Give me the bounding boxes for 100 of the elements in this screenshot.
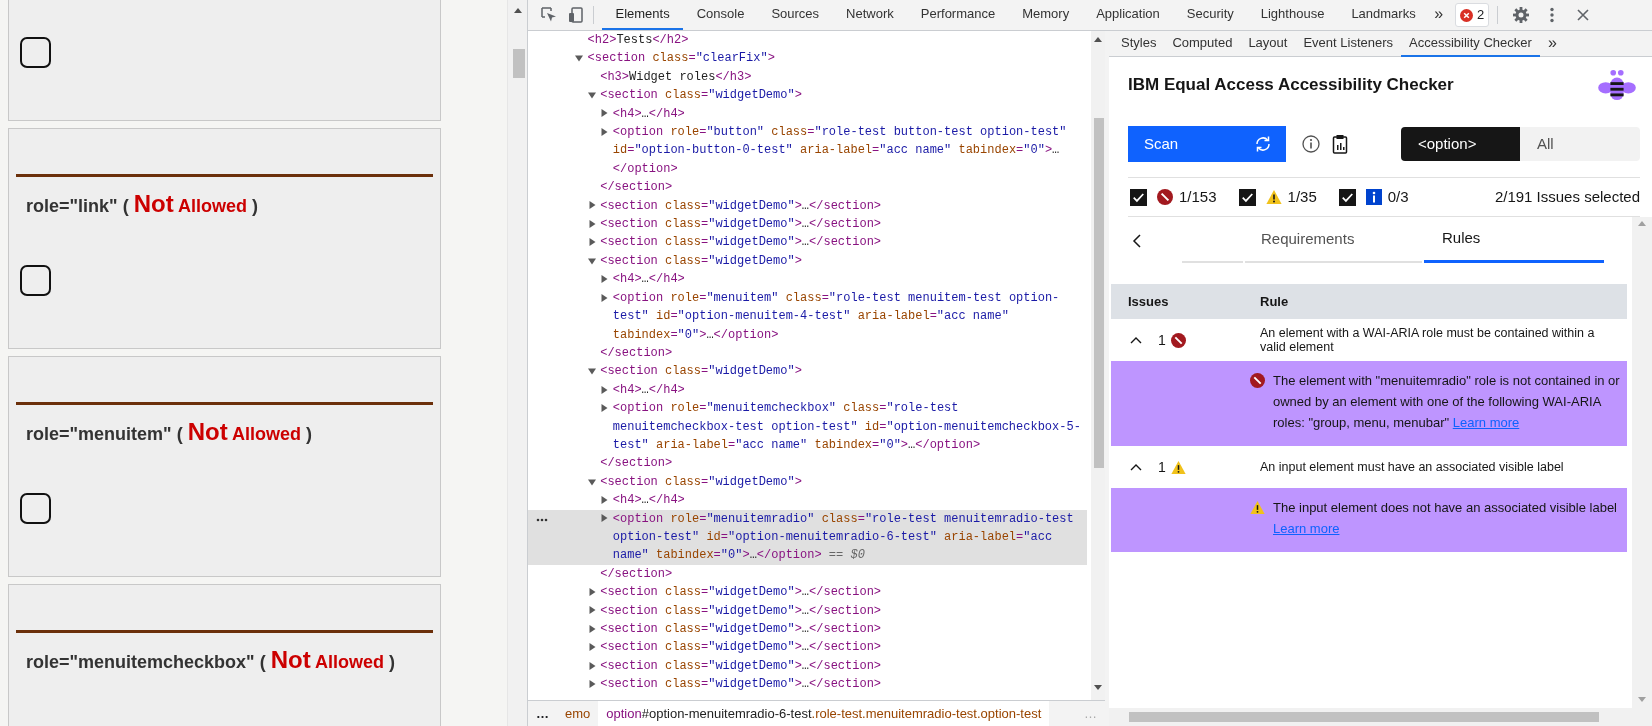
view-tab[interactable]: Requirements — [1245, 217, 1422, 263]
expand-toggle-icon[interactable] — [600, 109, 609, 118]
expand-toggle-icon[interactable] — [587, 238, 596, 247]
sidebar-tab[interactable]: Event Listeners — [1295, 30, 1402, 57]
tree-row[interactable]: <section class="widgetDemo">…</section> — [528, 675, 1087, 694]
more-tabs-button[interactable]: » — [1429, 0, 1456, 30]
expand-toggle-icon[interactable] — [587, 219, 596, 228]
tree-row[interactable]: <h4>…</h4> — [528, 270, 1087, 289]
devtools-tab[interactable]: Console — [683, 0, 758, 30]
tree-row[interactable]: <option role="button" class="role-test button-test option-test" id="option-button-0-test" aria-label="acc name" tabindex="0">…</option> — [528, 123, 1087, 179]
dom-node-text: <section class="widgetDemo">…</section> — [600, 234, 883, 252]
devtools-tab[interactable]: Landmarks — [1337, 0, 1430, 30]
settings-icon[interactable] — [1512, 6, 1531, 24]
expand-toggle-icon[interactable] — [587, 643, 596, 652]
tree-row[interactable]: <option role="menuitem" class="role-test menuitem-test option-test" id="option-menuitem-4-test" aria-label="acc name" tabindex="0">…</option> — [528, 288, 1087, 344]
sidebar-tab[interactable]: Styles — [1109, 30, 1165, 57]
sidebar-tab[interactable]: Accessibility Checker — [1401, 30, 1540, 57]
expand-toggle-icon[interactable] — [600, 403, 609, 412]
checkbox[interactable] — [1338, 188, 1356, 206]
devtools-tab[interactable]: Security — [1173, 0, 1248, 30]
expand-toggle-icon[interactable] — [587, 588, 596, 596]
tree-row[interactable]: <section class="widgetDemo"> — [528, 472, 1087, 492]
breadcrumb[interactable]: emo — [557, 701, 599, 726]
issue-message: The input element does not have an associated visible label Learn more — [1273, 499, 1618, 538]
scope-toggle[interactable]: All — [1520, 127, 1640, 161]
more-tabs-button[interactable]: » — [1539, 30, 1565, 57]
error-icon — [1460, 8, 1474, 22]
tree-row[interactable]: <h4>…</h4> — [528, 380, 1087, 400]
tree-row[interactable]: <section class="widgetDemo">…</section> — [528, 638, 1087, 657]
device-toolbar-icon[interactable] — [567, 6, 585, 24]
scroll-up-icon[interactable] — [1094, 37, 1102, 42]
expand-toggle-icon[interactable] — [600, 127, 609, 136]
scrollbar-thumb[interactable] — [513, 49, 525, 78]
checkbox[interactable] — [20, 37, 51, 68]
tree-row[interactable]: <section class="widgetDemo"> — [528, 362, 1087, 381]
checkbox[interactable] — [20, 265, 51, 296]
expand-toggle-icon[interactable] — [587, 624, 596, 633]
devtools-tab[interactable]: Elements — [602, 0, 684, 30]
info-icon[interactable] — [1302, 135, 1320, 153]
expand-toggle-icon[interactable] — [600, 275, 609, 284]
tree-row[interactable]: <section class="widgetDemo">…</section> — [528, 601, 1087, 620]
checker-title: IBM Equal Access Accessibility Checker — [1128, 74, 1454, 96]
view-tab[interactable]: Rules — [1424, 217, 1604, 263]
error-count-badge[interactable]: 2 — [1455, 3, 1490, 27]
tree-row[interactable]: <option role="menuitemradio" class="role-test menuitemradio-test option-test" id="option-menuitemradio-6-test" aria-label="acc name" tabindex="0">…</option> == $0 — [528, 509, 1087, 565]
devtools-tab[interactable]: Performance — [907, 0, 1009, 30]
expand-toggle-icon[interactable] — [587, 91, 596, 100]
dom-node-text: <section class="widgetDemo">…</section> — [600, 676, 883, 694]
scan-button[interactable]: Scan — [1128, 126, 1286, 162]
devtools-tab[interactable]: Memory — [1008, 0, 1083, 30]
expand-toggle-icon[interactable] — [587, 256, 596, 265]
expand-toggle-icon[interactable] — [600, 385, 609, 394]
devtools-tab[interactable]: Sources — [757, 0, 833, 30]
tree-row[interactable]: <section class="widgetDemo">…</section> — [528, 196, 1087, 216]
tree-row[interactable]: <section class="widgetDemo">…</section> — [528, 656, 1087, 676]
scrollbar-thumb[interactable] — [1129, 712, 1599, 722]
crumb-overflow-button[interactable]: … — [528, 701, 557, 726]
sidebar-tab[interactable]: Computed — [1164, 30, 1241, 57]
dom-node-text: <section class="widgetDemo">…</section> — [600, 602, 883, 620]
dom-node-text: <h2>Tests</h2> — [587, 32, 690, 49]
scrollbar-thumb[interactable] — [1094, 118, 1104, 468]
checkbox[interactable] — [1130, 188, 1147, 206]
scroll-down-icon[interactable] — [1094, 685, 1102, 690]
tree-row[interactable]: <option role="menuitemcheckbox" class="role-test menuitemcheckbox-test option-test" id="option-menuitemcheckbox-5-test" aria-label="acc name" tabindex="0">…</option> — [528, 399, 1087, 455]
breadcrumb[interactable]: option#option-menuitemradio-6-test.role-test.menuitemradio-test.option-test — [598, 701, 1050, 726]
tree-row[interactable]: <section class="widgetDemo">…</section> — [528, 215, 1087, 234]
expand-toggle-icon[interactable] — [587, 477, 596, 486]
scroll-up-icon[interactable] — [513, 8, 522, 13]
warning-icon — [1250, 500, 1265, 515]
expand-toggle-icon[interactable] — [600, 293, 609, 302]
tree-row[interactable]: <h4>…</h4> — [528, 104, 1087, 124]
tree-row[interactable]: <section class="widgetDemo">…</section> — [528, 233, 1087, 252]
expand-toggle-icon[interactable] — [587, 606, 596, 615]
chevron-up-icon[interactable] — [1130, 463, 1142, 471]
tree-row[interactable]: <section class="widgetDemo">…</section> — [528, 620, 1087, 639]
tree-row[interactable]: <section class="widgetDemo">…</section> — [528, 583, 1087, 602]
sidebar-tab[interactable]: Layout — [1240, 30, 1296, 57]
chevron-up-icon[interactable] — [1130, 336, 1142, 344]
expand-toggle-icon[interactable] — [575, 54, 583, 63]
tree-row[interactable]: <section class="clearFix"> — [528, 49, 1087, 68]
tree-row[interactable]: <section class="widgetDemo"> — [528, 86, 1087, 105]
expand-toggle-icon[interactable] — [587, 661, 596, 670]
clipboard-icon[interactable] — [1332, 134, 1348, 154]
expand-toggle-icon[interactable] — [587, 680, 596, 689]
tree-row[interactable]: <h3>Widget roles</h3> — [528, 67, 1087, 87]
devtools-tab[interactable]: Network — [832, 0, 908, 30]
expand-toggle-icon[interactable] — [587, 367, 596, 376]
checkbox[interactable] — [1238, 188, 1256, 206]
expand-toggle-icon[interactable] — [600, 514, 609, 523]
devtools-tab[interactable]: Lighthouse — [1247, 0, 1338, 30]
tree-row[interactable]: <h2>Tests</h2> — [528, 31, 1087, 50]
checkbox[interactable] — [20, 493, 51, 524]
expand-toggle-icon[interactable] — [600, 496, 609, 504]
more-icon[interactable] — [536, 517, 548, 522]
tree-row[interactable]: <section class="widgetDemo"> — [528, 251, 1087, 271]
close-icon[interactable] — [1576, 8, 1591, 22]
scope-toggle[interactable]: <option> — [1401, 127, 1520, 161]
tree-row[interactable]: <h4>…</h4> — [528, 491, 1087, 510]
expand-toggle-icon[interactable] — [587, 201, 596, 210]
devtools-tab[interactable]: Application — [1082, 0, 1174, 30]
